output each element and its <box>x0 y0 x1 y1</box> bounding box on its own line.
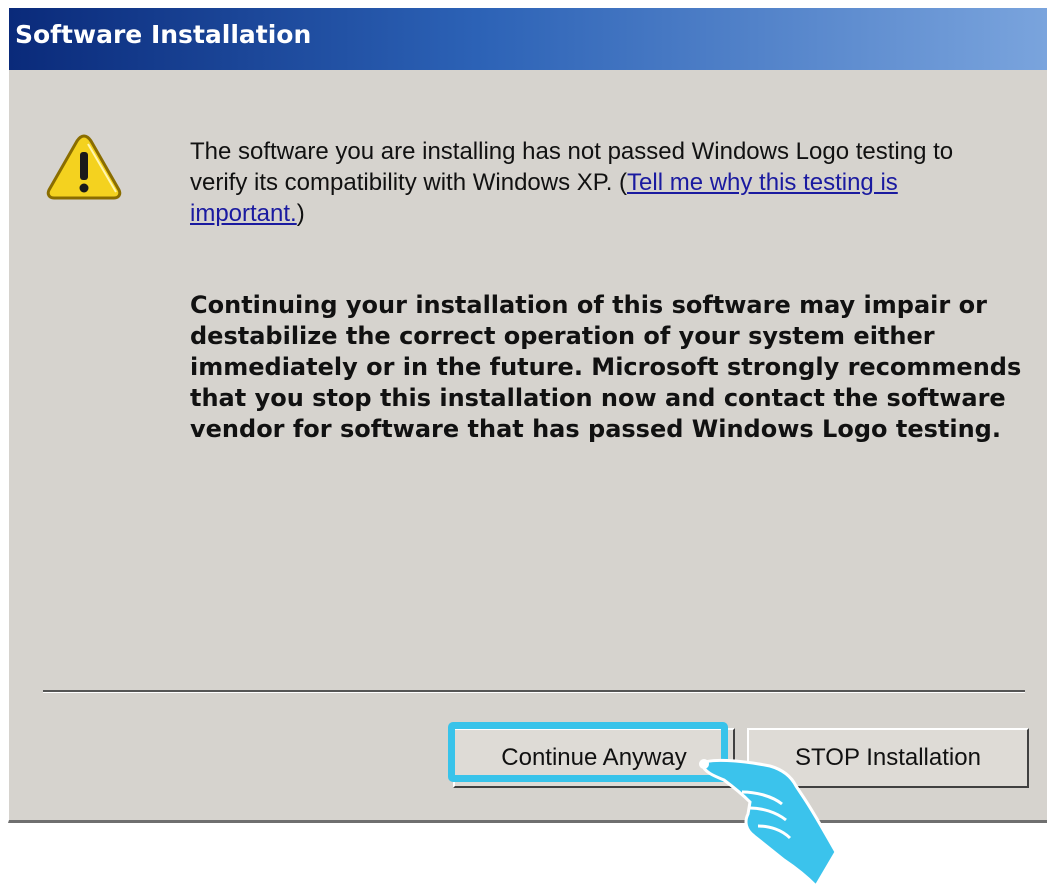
compatibility-message: The software you are installing has not … <box>190 136 1010 229</box>
warning-triangle-icon <box>46 134 122 200</box>
compatibility-message-close: ) <box>296 200 305 227</box>
continue-anyway-label: Continue Anyway <box>501 744 687 771</box>
button-separator <box>43 690 1025 693</box>
dialog-title: Software Installation <box>15 20 312 49</box>
continue-anyway-button[interactable]: Continue Anyway <box>453 728 735 788</box>
stop-installation-label: STOP Installation <box>795 744 981 771</box>
stability-warning: Continuing your installation of this sof… <box>190 291 1022 443</box>
title-bar[interactable]: Software Installation <box>9 8 1047 70</box>
software-installation-dialog: Software Installation The software you a… <box>8 8 1047 823</box>
stop-installation-button[interactable]: STOP Installation <box>747 728 1029 788</box>
